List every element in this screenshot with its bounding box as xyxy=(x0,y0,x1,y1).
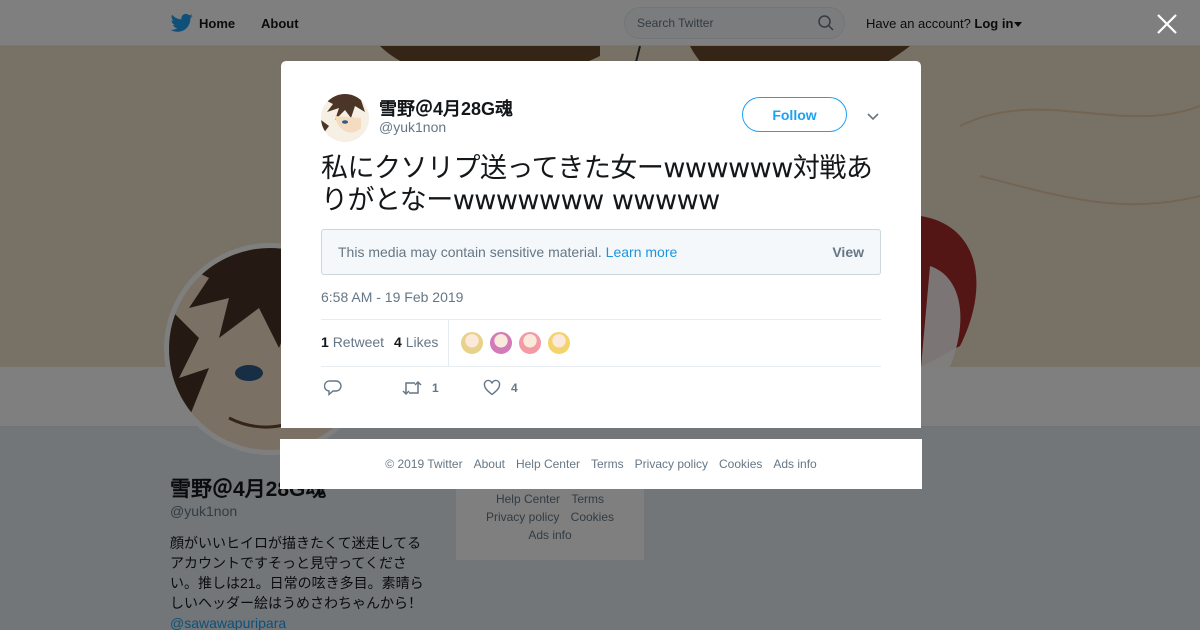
tweet-author-handle[interactable]: @yuk1non xyxy=(379,119,446,135)
retweet-action-count: 1 xyxy=(432,381,439,395)
retweet-icon xyxy=(402,380,422,396)
footer-link-terms[interactable]: Terms xyxy=(591,457,624,471)
sensitive-notice-label: This media may contain sensitive materia… xyxy=(338,244,602,260)
modal-footer: © 2019 Twitter About Help Center Terms P… xyxy=(280,439,922,489)
tweet-author-avatar[interactable] xyxy=(321,94,369,142)
like-button[interactable]: 4 xyxy=(483,379,518,397)
footer-link-help[interactable]: Help Center xyxy=(516,457,580,471)
footer-link-ads[interactable]: Ads info xyxy=(773,457,816,471)
learn-more-link[interactable]: Learn more xyxy=(606,244,678,260)
tweet-text: 私にクソリプ送ってきた女ーwwwwww対戦ありがとなーwwwwwww wwwww xyxy=(321,153,873,216)
like-stat-count: 4 xyxy=(394,334,402,350)
liker-avatars xyxy=(460,331,571,355)
liker-avatar[interactable] xyxy=(460,331,484,355)
liker-avatar[interactable] xyxy=(518,331,542,355)
like-action-count: 4 xyxy=(511,381,518,395)
tweet-modal: 雪野＠4月28G魂 @yuk1non Follow 私にクソリプ送ってきた女ーw… xyxy=(281,61,921,428)
like-stat-label: Likes xyxy=(405,334,439,350)
tweet-stats: 1 Retweet 4 Likes xyxy=(321,334,438,350)
retweet-stat-label: Retweet xyxy=(332,334,385,350)
tweet-author-name[interactable]: 雪野＠4月28G魂 xyxy=(379,95,513,121)
chevron-down-icon[interactable] xyxy=(865,108,881,124)
reply-button[interactable] xyxy=(324,379,342,397)
liker-avatar[interactable] xyxy=(489,331,513,355)
footer-copyright: © 2019 Twitter xyxy=(385,457,463,471)
tweet-timestamp[interactable]: 6:58 AM - 19 Feb 2019 xyxy=(321,289,463,305)
close-icon[interactable] xyxy=(1154,11,1180,37)
footer-link-privacy[interactable]: Privacy policy xyxy=(635,457,708,471)
divider xyxy=(321,366,881,367)
liker-avatar[interactable] xyxy=(547,331,571,355)
retweet-stat-count: 1 xyxy=(321,334,329,350)
reply-icon xyxy=(324,380,342,397)
follow-button[interactable]: Follow xyxy=(742,97,847,132)
divider xyxy=(448,320,449,366)
sensitive-notice-text: This media may contain sensitive materia… xyxy=(338,244,677,260)
sensitive-media-notice: This media may contain sensitive materia… xyxy=(321,229,881,275)
footer-link-about[interactable]: About xyxy=(474,457,505,471)
divider xyxy=(321,319,881,320)
tweet-actions: 1 4 xyxy=(321,379,881,399)
like-stat[interactable]: 4 Likes xyxy=(394,334,438,350)
retweet-button[interactable]: 1 xyxy=(402,379,439,397)
view-media-button[interactable]: View xyxy=(832,244,864,260)
heart-icon xyxy=(483,379,501,396)
retweet-stat[interactable]: 1 Retweet xyxy=(321,334,384,350)
footer-link-cookies[interactable]: Cookies xyxy=(719,457,762,471)
author-avatar-illustration xyxy=(321,94,369,142)
